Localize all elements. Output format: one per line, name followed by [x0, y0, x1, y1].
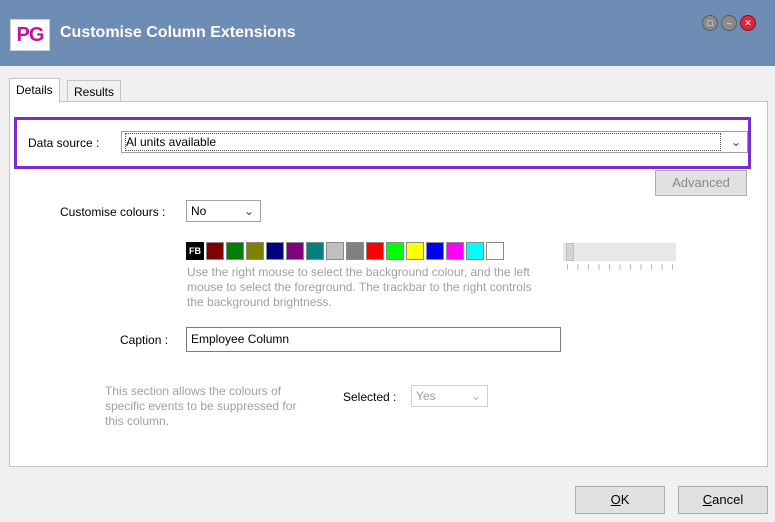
cancel-label-rest: ancel: [712, 492, 744, 507]
advanced-button[interactable]: Advanced: [655, 170, 747, 196]
colour-swatch[interactable]: [286, 242, 304, 260]
colour-swatch[interactable]: [426, 242, 444, 260]
customise-colours-label: Customise colours :: [60, 205, 166, 219]
customise-colours-value: No: [191, 204, 207, 218]
palette-hint: Use the right mouse to select the backgr…: [187, 265, 532, 309]
colour-swatch[interactable]: [406, 242, 424, 260]
suppress-note: This section allows the colours of speci…: [105, 384, 297, 428]
chevron-down-icon: ⌄: [730, 135, 741, 149]
brightness-trackbar[interactable]: [563, 243, 676, 261]
window-title: Customise Column Extensions: [60, 24, 296, 41]
colour-swatch[interactable]: [466, 242, 484, 260]
data-source-value: Al units available: [125, 133, 721, 151]
ok-label-rest: K: [620, 492, 630, 507]
tab-details[interactable]: Details: [9, 78, 60, 103]
trackbar-ticks: [567, 264, 673, 270]
colour-swatch[interactable]: [206, 242, 224, 260]
data-source-select[interactable]: Al units available ⌄: [121, 131, 748, 153]
colour-swatch[interactable]: [386, 242, 404, 260]
data-source-label: Data source :: [28, 136, 100, 150]
caption-label: Caption :: [120, 333, 169, 347]
selected-value: Yes: [416, 389, 436, 403]
colour-swatch[interactable]: [366, 242, 384, 260]
colour-swatch[interactable]: [306, 242, 324, 260]
cancel-button[interactable]: Cancel: [678, 486, 768, 514]
title-bar: PG Customise Column Extensions □ – ✕: [0, 0, 775, 66]
selected-label: Selected :: [343, 390, 397, 404]
colour-swatch[interactable]: [346, 242, 364, 260]
colour-palette: FB: [186, 242, 504, 260]
foreground-background-swatch[interactable]: FB: [186, 242, 204, 260]
colour-swatch[interactable]: [226, 242, 244, 260]
selected-select[interactable]: Yes ⌄: [411, 385, 488, 407]
colour-swatch[interactable]: [486, 242, 504, 260]
colour-swatch[interactable]: [326, 242, 344, 260]
minimize-icon[interactable]: –: [721, 15, 737, 31]
chevron-down-icon: ⌄: [243, 204, 254, 218]
cancel-accelerator: C: [702, 492, 713, 507]
customise-colours-select[interactable]: No ⌄: [186, 200, 261, 222]
tab-results[interactable]: Results: [67, 80, 122, 103]
ok-accelerator: O: [610, 492, 621, 507]
restore-icon[interactable]: □: [702, 15, 718, 31]
ok-button[interactable]: OK: [575, 486, 665, 514]
close-icon[interactable]: ✕: [740, 15, 756, 31]
colour-swatch[interactable]: [266, 242, 284, 260]
colour-swatch[interactable]: [246, 242, 264, 260]
trackbar-thumb[interactable]: [566, 243, 574, 261]
colour-swatch[interactable]: [446, 242, 464, 260]
chevron-down-icon: ⌄: [470, 389, 481, 403]
caption-input[interactable]: Employee Column: [186, 327, 561, 352]
app-logo: PG: [10, 19, 50, 51]
